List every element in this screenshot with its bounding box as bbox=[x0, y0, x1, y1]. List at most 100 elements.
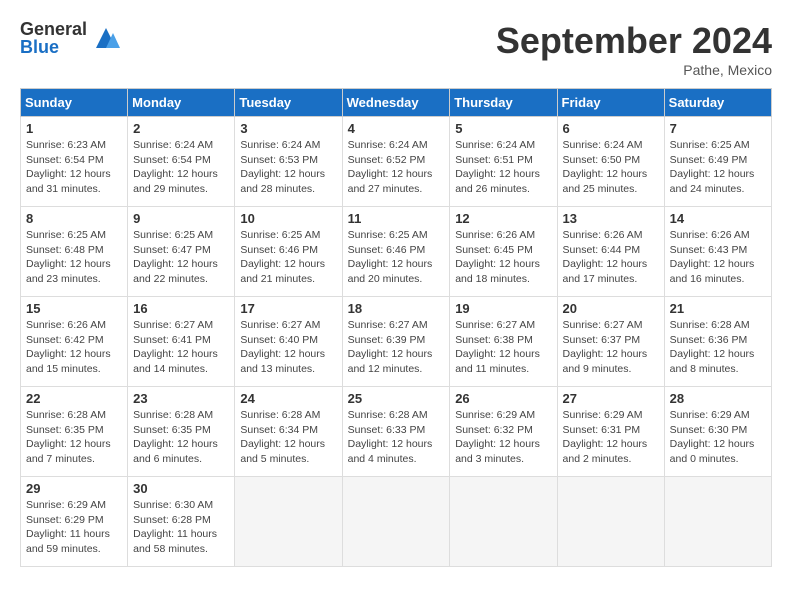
day-number: 3 bbox=[240, 121, 336, 136]
table-cell: 6 Sunrise: 6:24 AM Sunset: 6:50 PM Daylig… bbox=[557, 117, 664, 207]
day-number: 16 bbox=[133, 301, 229, 316]
day-info: Sunrise: 6:30 AM Sunset: 6:28 PM Dayligh… bbox=[133, 498, 229, 557]
day-info: Sunrise: 6:26 AM Sunset: 6:42 PM Dayligh… bbox=[26, 318, 122, 377]
day-info: Sunrise: 6:29 AM Sunset: 6:29 PM Dayligh… bbox=[26, 498, 122, 557]
day-number: 13 bbox=[563, 211, 659, 226]
day-number: 22 bbox=[26, 391, 122, 406]
calendar-row: 29 Sunrise: 6:29 AM Sunset: 6:29 PM Dayli… bbox=[21, 477, 772, 567]
day-info: Sunrise: 6:24 AM Sunset: 6:54 PM Dayligh… bbox=[133, 138, 229, 197]
table-cell: 13 Sunrise: 6:26 AM Sunset: 6:44 PM Dayli… bbox=[557, 207, 664, 297]
day-info: Sunrise: 6:25 AM Sunset: 6:49 PM Dayligh… bbox=[670, 138, 766, 197]
day-number: 15 bbox=[26, 301, 122, 316]
table-cell: 1Sunrise: 6:23 AM Sunset: 6:54 PM Daylig… bbox=[21, 117, 128, 207]
day-info: Sunrise: 6:23 AM Sunset: 6:54 PM Dayligh… bbox=[26, 138, 122, 197]
logo-icon bbox=[91, 23, 121, 53]
day-number: 20 bbox=[563, 301, 659, 316]
table-cell: 12 Sunrise: 6:26 AM Sunset: 6:45 PM Dayli… bbox=[450, 207, 557, 297]
day-number: 4 bbox=[348, 121, 445, 136]
calendar-row: 15 Sunrise: 6:26 AM Sunset: 6:42 PM Dayli… bbox=[21, 297, 772, 387]
day-info: Sunrise: 6:27 AM Sunset: 6:40 PM Dayligh… bbox=[240, 318, 336, 377]
day-info: Sunrise: 6:24 AM Sunset: 6:52 PM Dayligh… bbox=[348, 138, 445, 197]
day-info: Sunrise: 6:24 AM Sunset: 6:53 PM Dayligh… bbox=[240, 138, 336, 197]
table-cell: 3 Sunrise: 6:24 AM Sunset: 6:53 PM Daylig… bbox=[235, 117, 342, 207]
table-cell: 5 Sunrise: 6:24 AM Sunset: 6:51 PM Daylig… bbox=[450, 117, 557, 207]
day-info: Sunrise: 6:28 AM Sunset: 6:36 PM Dayligh… bbox=[670, 318, 766, 377]
day-info: Sunrise: 6:26 AM Sunset: 6:45 PM Dayligh… bbox=[455, 228, 551, 287]
day-info: Sunrise: 6:28 AM Sunset: 6:35 PM Dayligh… bbox=[26, 408, 122, 467]
day-info: Sunrise: 6:25 AM Sunset: 6:46 PM Dayligh… bbox=[240, 228, 336, 287]
table-cell: 7 Sunrise: 6:25 AM Sunset: 6:49 PM Daylig… bbox=[664, 117, 771, 207]
calendar-row: 8 Sunrise: 6:25 AM Sunset: 6:48 PM Daylig… bbox=[21, 207, 772, 297]
day-number: 25 bbox=[348, 391, 445, 406]
table-cell bbox=[235, 477, 342, 567]
table-cell: 17 Sunrise: 6:27 AM Sunset: 6:40 PM Dayli… bbox=[235, 297, 342, 387]
table-cell: 16 Sunrise: 6:27 AM Sunset: 6:41 PM Dayli… bbox=[128, 297, 235, 387]
table-cell: 28Sunrise: 6:29 AM Sunset: 6:30 PM Dayli… bbox=[664, 387, 771, 477]
day-number: 5 bbox=[455, 121, 551, 136]
table-cell: 4 Sunrise: 6:24 AM Sunset: 6:52 PM Daylig… bbox=[342, 117, 450, 207]
day-number: 26 bbox=[455, 391, 551, 406]
day-info: Sunrise: 6:24 AM Sunset: 6:51 PM Dayligh… bbox=[455, 138, 551, 197]
day-info: Sunrise: 6:28 AM Sunset: 6:35 PM Dayligh… bbox=[133, 408, 229, 467]
table-cell: 21 Sunrise: 6:28 AM Sunset: 6:36 PM Dayli… bbox=[664, 297, 771, 387]
table-cell: 25Sunrise: 6:28 AM Sunset: 6:33 PM Dayli… bbox=[342, 387, 450, 477]
calendar-table: Sunday Monday Tuesday Wednesday Thursday… bbox=[20, 88, 772, 567]
day-number: 14 bbox=[670, 211, 766, 226]
table-cell: 8 Sunrise: 6:25 AM Sunset: 6:48 PM Daylig… bbox=[21, 207, 128, 297]
table-cell: 2 Sunrise: 6:24 AM Sunset: 6:54 PM Daylig… bbox=[128, 117, 235, 207]
day-info: Sunrise: 6:24 AM Sunset: 6:50 PM Dayligh… bbox=[563, 138, 659, 197]
day-number: 23 bbox=[133, 391, 229, 406]
day-info: Sunrise: 6:25 AM Sunset: 6:46 PM Dayligh… bbox=[348, 228, 445, 287]
month-title: September 2024 bbox=[496, 20, 772, 62]
day-number: 17 bbox=[240, 301, 336, 316]
col-friday: Friday bbox=[557, 89, 664, 117]
location: Pathe, Mexico bbox=[496, 62, 772, 78]
day-number: 18 bbox=[348, 301, 445, 316]
table-cell: 15 Sunrise: 6:26 AM Sunset: 6:42 PM Dayli… bbox=[21, 297, 128, 387]
day-number: 24 bbox=[240, 391, 336, 406]
day-info: Sunrise: 6:27 AM Sunset: 6:41 PM Dayligh… bbox=[133, 318, 229, 377]
day-info: Sunrise: 6:25 AM Sunset: 6:48 PM Dayligh… bbox=[26, 228, 122, 287]
day-number: 10 bbox=[240, 211, 336, 226]
table-cell: 11 Sunrise: 6:25 AM Sunset: 6:46 PM Dayli… bbox=[342, 207, 450, 297]
table-cell: 26 Sunrise: 6:29 AM Sunset: 6:32 PM Dayli… bbox=[450, 387, 557, 477]
day-info: Sunrise: 6:26 AM Sunset: 6:44 PM Dayligh… bbox=[563, 228, 659, 287]
table-cell: 29 Sunrise: 6:29 AM Sunset: 6:29 PM Dayli… bbox=[21, 477, 128, 567]
title-area: September 2024 Pathe, Mexico bbox=[496, 20, 772, 78]
day-number: 19 bbox=[455, 301, 551, 316]
page-header: General Blue September 2024 Pathe, Mexic… bbox=[20, 20, 772, 78]
table-cell bbox=[450, 477, 557, 567]
calendar-row: 22 Sunrise: 6:28 AM Sunset: 6:35 PM Dayli… bbox=[21, 387, 772, 477]
day-number: 21 bbox=[670, 301, 766, 316]
logo-blue: Blue bbox=[20, 38, 87, 56]
day-number: 9 bbox=[133, 211, 229, 226]
table-cell: 23 Sunrise: 6:28 AM Sunset: 6:35 PM Dayli… bbox=[128, 387, 235, 477]
table-cell: 9Sunrise: 6:25 AM Sunset: 6:47 PM Daylig… bbox=[128, 207, 235, 297]
col-wednesday: Wednesday bbox=[342, 89, 450, 117]
day-number: 8 bbox=[26, 211, 122, 226]
logo: General Blue bbox=[20, 20, 121, 56]
calendar-row: 1Sunrise: 6:23 AM Sunset: 6:54 PM Daylig… bbox=[21, 117, 772, 207]
table-cell: 22 Sunrise: 6:28 AM Sunset: 6:35 PM Dayli… bbox=[21, 387, 128, 477]
day-number: 11 bbox=[348, 211, 445, 226]
day-number: 12 bbox=[455, 211, 551, 226]
table-cell: 18Sunrise: 6:27 AM Sunset: 6:39 PM Dayli… bbox=[342, 297, 450, 387]
table-cell: 10 Sunrise: 6:25 AM Sunset: 6:46 PM Dayli… bbox=[235, 207, 342, 297]
day-info: Sunrise: 6:29 AM Sunset: 6:32 PM Dayligh… bbox=[455, 408, 551, 467]
day-info: Sunrise: 6:27 AM Sunset: 6:37 PM Dayligh… bbox=[563, 318, 659, 377]
col-saturday: Saturday bbox=[664, 89, 771, 117]
col-monday: Monday bbox=[128, 89, 235, 117]
day-number: 7 bbox=[670, 121, 766, 136]
day-number: 29 bbox=[26, 481, 122, 496]
day-info: Sunrise: 6:26 AM Sunset: 6:43 PM Dayligh… bbox=[670, 228, 766, 287]
day-number: 6 bbox=[563, 121, 659, 136]
table-cell: 14 Sunrise: 6:26 AM Sunset: 6:43 PM Dayli… bbox=[664, 207, 771, 297]
col-sunday: Sunday bbox=[21, 89, 128, 117]
day-info: Sunrise: 6:29 AM Sunset: 6:31 PM Dayligh… bbox=[563, 408, 659, 467]
logo-text: General Blue bbox=[20, 20, 87, 56]
calendar-header-row: Sunday Monday Tuesday Wednesday Thursday… bbox=[21, 89, 772, 117]
col-thursday: Thursday bbox=[450, 89, 557, 117]
day-info: Sunrise: 6:28 AM Sunset: 6:34 PM Dayligh… bbox=[240, 408, 336, 467]
day-number: 2 bbox=[133, 121, 229, 136]
day-number: 28 bbox=[670, 391, 766, 406]
